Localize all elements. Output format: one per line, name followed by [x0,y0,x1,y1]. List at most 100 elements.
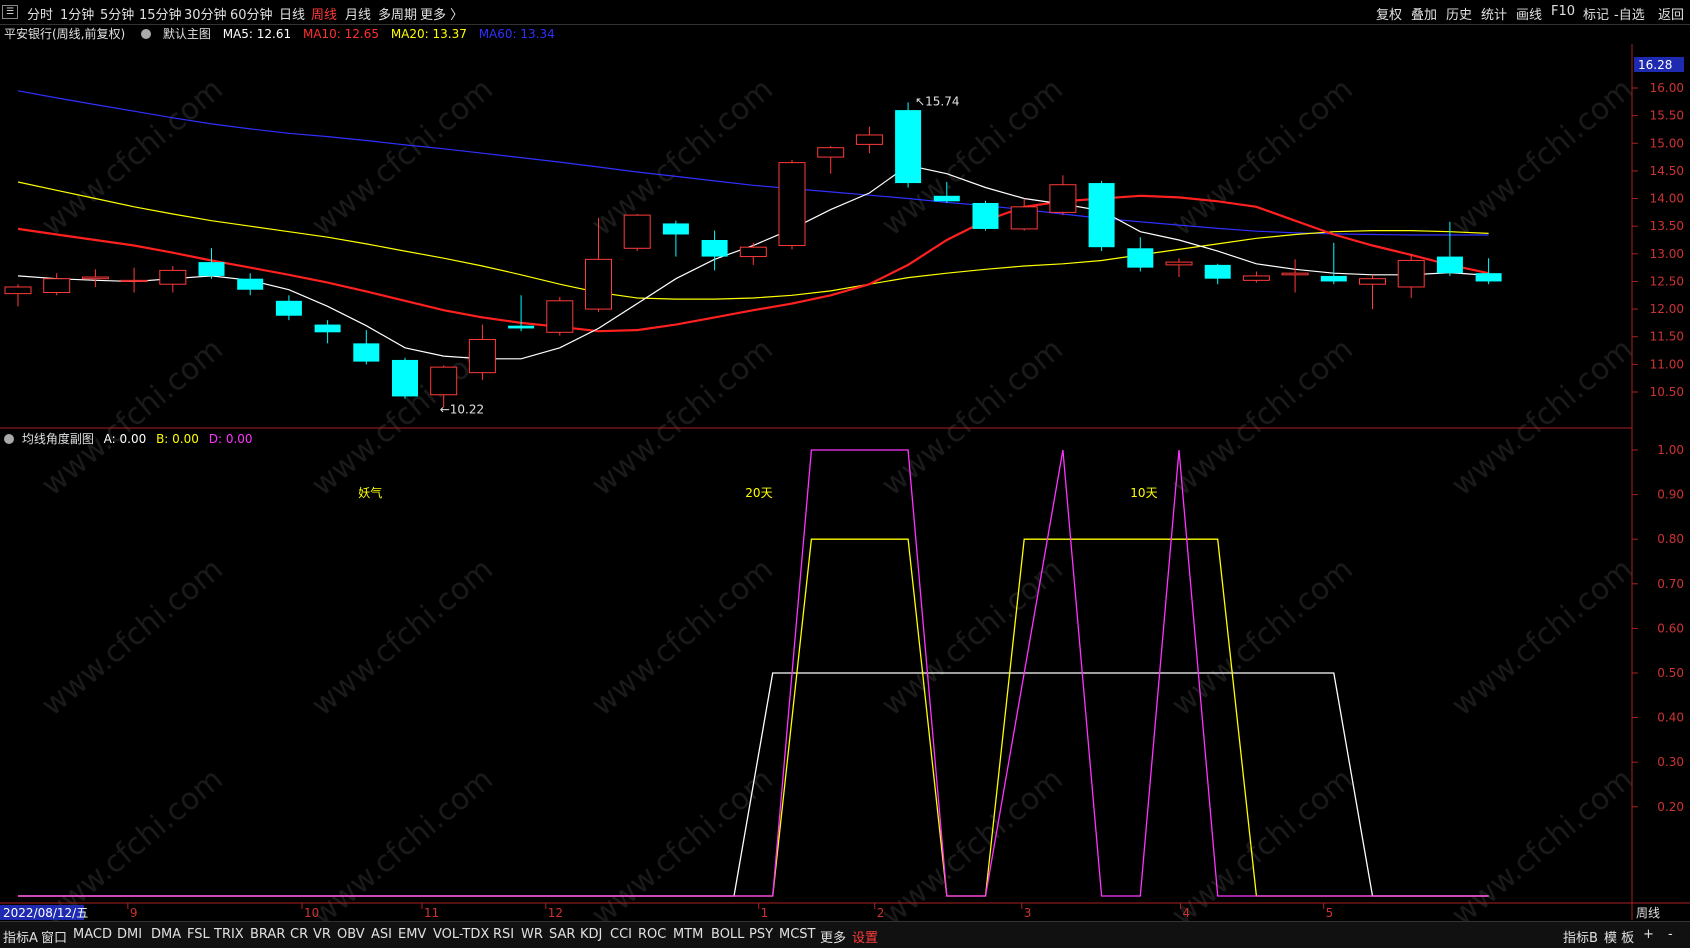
chart-canvas[interactable]: 16.00 15.50 15.00 14.50 14.00 13.50 13.00 12.50… [0,0,1690,947]
candle-body [314,324,341,333]
candle-body [585,258,612,310]
indicator-tab-6[interactable]: TRIX [214,927,244,942]
indicator-tab-19[interactable]: ROC [638,927,666,942]
price-tick-label: 16.00 [1650,81,1684,95]
candle-body [198,262,225,276]
candle-body [81,276,109,280]
indicator-tab-18[interactable]: CCI [610,927,632,942]
candle-body [43,278,71,294]
indicator-tab-15[interactable]: WR [521,927,543,942]
month-label: 3 [1024,906,1032,920]
candle-body [895,110,922,184]
sub-tick-label: 0.20 [1657,800,1684,814]
candle-body [508,325,535,329]
indicator-tab-11[interactable]: ASI [371,927,392,942]
candle-body [275,300,302,316]
low-price-marker: ←10.22 [440,402,484,416]
candle-body [120,279,148,282]
current-price-label: 16.28 [1638,58,1672,72]
indicator-tab-8[interactable]: CR [290,927,308,942]
candle-body [1204,264,1231,279]
candle-body [1242,275,1270,281]
candle-body [353,343,380,362]
candle-body [4,286,32,295]
indicator-tab-22[interactable]: PSY [749,927,773,942]
indicator-tab-4[interactable]: DMA [151,927,181,942]
candle-body [1088,183,1115,248]
month-label: 5 [1326,906,1334,920]
month-label: 2 [877,906,885,920]
indicator-tab-13[interactable]: VOL-TDX [433,927,489,942]
price-tick-label: 15.00 [1650,136,1684,150]
sub-tick-label: 0.50 [1657,666,1684,680]
price-tick-label: 13.00 [1650,247,1684,261]
price-tick-label: 13.50 [1650,219,1684,233]
sub-tick-label: 0.90 [1657,488,1684,502]
sub-tick-label: 1.00 [1657,443,1684,457]
month-label: 9 [130,906,138,920]
series-B-line [18,538,1489,897]
candle-body [778,162,806,247]
candle-body [1320,275,1347,282]
candle-body [430,366,458,396]
candle-body [623,214,651,249]
month-label: 11 [424,906,439,920]
price-tick-label: 10.50 [1650,385,1684,399]
bottom-right-2[interactable]: + [1643,927,1654,942]
indicator-tab-23[interactable]: MCST [779,927,816,942]
candle-body [1436,256,1463,274]
sub-tick-label: 0.40 [1657,711,1684,725]
indicator-tab-24[interactable]: 更多 [820,927,846,946]
annotation-0: 妖气 [358,485,382,500]
indicator-tab-25[interactable]: 设置 [852,927,878,946]
indicator-tab-9[interactable]: VR [313,927,331,942]
candle-body [546,300,574,333]
candle-body [972,202,999,229]
bottom-indicator-bar: 指标A 窗口 MACD DMI DMA FSL TRIX BRAR CR VR OBV ASI EMV V… [0,921,1690,948]
indicator-tab-10[interactable]: OBV [337,927,365,942]
ma60-line [17,90,1489,236]
indicator-tab-3[interactable]: DMI [117,927,142,942]
annotation-2: 10天 [1130,486,1157,500]
indicator-tab-20[interactable]: MTM [673,927,703,942]
indicator-tab-12[interactable]: EMV [398,927,426,942]
sub-tick-label: 0.30 [1657,755,1684,769]
indicator-tab-21[interactable]: BOLL [711,927,744,942]
high-price-marker: ↖15.74 [915,94,959,108]
candle-body [855,134,883,145]
bottom-right-1[interactable]: 模 板 [1604,927,1634,946]
series-A-line [18,672,1489,897]
indicator-tab-17[interactable]: KDJ [580,927,602,942]
candle-body [237,278,264,290]
candle-body [739,246,767,258]
indicator-tab-14[interactable]: RSI [493,927,514,942]
month-label: 1 [761,906,769,920]
indicator-tab-7[interactable]: BRAR [250,927,285,942]
candle-body [392,359,418,397]
indicator-tab-1[interactable]: 窗口 [41,927,67,946]
bottom-right-3[interactable]: - [1668,927,1673,942]
price-tick-label: 15.50 [1650,109,1684,123]
candle-body [662,223,689,235]
price-tick-label: 11.00 [1650,357,1684,371]
candle-body [1359,278,1386,285]
price-tick-label: 12.50 [1650,274,1684,288]
sub-tick-label: 0.70 [1657,577,1684,591]
month-label: 10 [304,906,319,920]
candle-body [1475,273,1502,282]
date-label: 2022/08/12/五 [3,906,88,920]
candle-body [1397,259,1425,288]
candle-body [159,269,187,285]
candle-body [933,195,960,202]
sub-tick-label: 0.80 [1657,532,1684,546]
indicator-tab-0[interactable]: 指标A [3,927,38,946]
indicator-tab-5[interactable]: FSL [187,927,210,942]
candle-body [701,240,728,257]
bottom-right-0[interactable]: 指标B [1563,927,1598,946]
indicator-tab-16[interactable]: SAR [549,927,575,942]
price-tick-label: 11.50 [1650,330,1684,344]
indicator-tab-2[interactable]: MACD [73,927,112,942]
candle-body [1010,206,1038,230]
period-label: 周线 [1636,906,1660,920]
candle-body [1281,272,1309,276]
